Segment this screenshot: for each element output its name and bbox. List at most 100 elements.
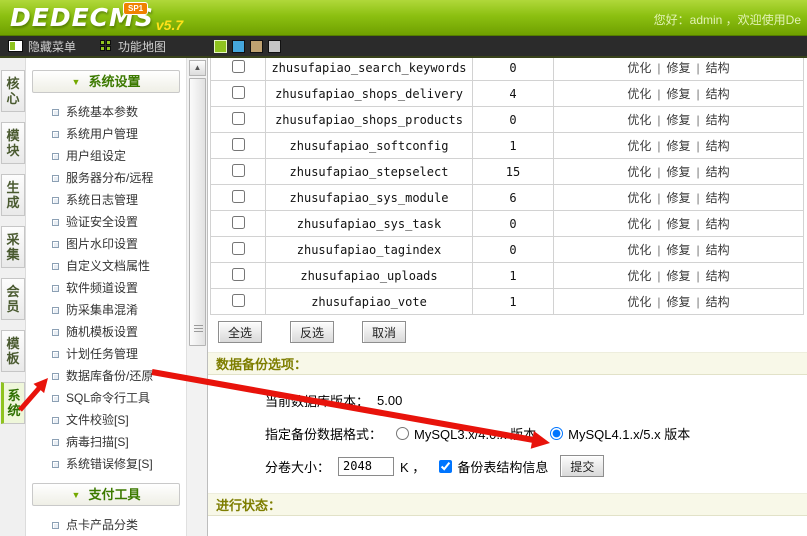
op-link-结构[interactable]: 结构 [706, 165, 730, 179]
menu-item-系统基本参数[interactable]: 系统基本参数 [26, 101, 186, 123]
row-checkbox-zhusufapiao_softconfig[interactable] [232, 138, 245, 151]
op-separator: | [657, 139, 660, 153]
op-link-结构[interactable]: 结构 [706, 139, 730, 153]
menu-item-系统用户管理[interactable]: 系统用户管理 [26, 123, 186, 145]
op-link-优化[interactable]: 优化 [627, 165, 651, 179]
op-link-结构[interactable]: 结构 [706, 61, 730, 75]
row-checkbox-zhusufapiao_sys_task[interactable] [232, 216, 245, 229]
menu-item-label: 图片水印设置 [66, 237, 138, 251]
op-link-修复[interactable]: 修复 [666, 165, 690, 179]
row-checkbox-zhusufapiao_stepselect[interactable] [232, 164, 245, 177]
menu-item-SQL命令行工具[interactable]: SQL命令行工具 [26, 387, 186, 409]
table-name-cell: zhusufapiao_shops_delivery [266, 81, 473, 107]
side-tab-采集[interactable]: 采集 [1, 226, 25, 268]
menu-item-系统日志管理[interactable]: 系统日志管理 [26, 189, 186, 211]
op-link-修复[interactable]: 修复 [666, 139, 690, 153]
op-link-修复[interactable]: 修复 [666, 61, 690, 75]
backup-format-label: 指定备份数据格式： [265, 424, 382, 443]
scrollbar-thumb[interactable] [189, 78, 206, 346]
row-checkbox-zhusufapiao_shops_products[interactable] [232, 112, 245, 125]
menu-item-验证安全设置[interactable]: 验证安全设置 [26, 211, 186, 233]
op-link-修复[interactable]: 修复 [666, 243, 690, 257]
theme-color-square-0[interactable] [214, 40, 227, 53]
operations-cell: 优化|修复|结构 [554, 237, 804, 263]
table-name-cell: zhusufapiao_shops_products [266, 107, 473, 133]
invert-selection-button[interactable]: 反选 [290, 321, 334, 343]
op-link-修复[interactable]: 修复 [666, 191, 690, 205]
mysql4-radio[interactable] [550, 427, 563, 440]
menu-section-header-系统设置[interactable]: ▼系统设置 [32, 70, 180, 93]
row-checkbox-zhusufapiao_shops_delivery[interactable] [232, 86, 245, 99]
theme-color-square-2[interactable] [250, 40, 263, 53]
menu-item-文件校验[S][interactable]: 文件校验[S] [26, 409, 186, 431]
op-link-优化[interactable]: 优化 [627, 113, 651, 127]
function-map-button[interactable]: 功能地图 [100, 38, 166, 55]
op-link-优化[interactable]: 优化 [627, 217, 651, 231]
menu-item-图片水印设置[interactable]: 图片水印设置 [26, 233, 186, 255]
submit-button[interactable]: 提交 [560, 455, 604, 477]
volume-size-input[interactable] [338, 457, 394, 476]
menu-item-计划任务管理[interactable]: 计划任务管理 [26, 343, 186, 365]
mysql3-radio[interactable] [396, 427, 409, 440]
op-link-结构[interactable]: 结构 [706, 295, 730, 309]
side-tab-模块[interactable]: 模块 [1, 122, 25, 164]
menu-item-点卡产品分类[interactable]: 点卡产品分类 [26, 514, 186, 536]
op-link-结构[interactable]: 结构 [706, 113, 730, 127]
side-tab-会员[interactable]: 会员 [1, 278, 25, 320]
op-link-优化[interactable]: 优化 [627, 269, 651, 283]
side-tab-核心[interactable]: 核心 [1, 70, 25, 112]
theme-color-square-1[interactable] [232, 40, 245, 53]
row-checkbox-zhusufapiao_search_keywords[interactable] [232, 60, 245, 73]
op-link-修复[interactable]: 修复 [666, 269, 690, 283]
table-structure-checkbox[interactable] [439, 460, 452, 473]
op-link-优化[interactable]: 优化 [627, 243, 651, 257]
operations-cell: 优化|修复|结构 [554, 81, 804, 107]
side-tab-生成[interactable]: 生成 [1, 174, 25, 216]
theme-color-square-3[interactable] [268, 40, 281, 53]
menu-item-随机模板设置[interactable]: 随机模板设置 [26, 321, 186, 343]
row-checkbox-zhusufapiao_sys_module[interactable] [232, 190, 245, 203]
menu-item-自定义文档属性[interactable]: 自定义文档属性 [26, 255, 186, 277]
menu-item-服务器分布/远程[interactable]: 服务器分布/远程 [26, 167, 186, 189]
op-link-优化[interactable]: 优化 [627, 191, 651, 205]
op-link-修复[interactable]: 修复 [666, 217, 690, 231]
op-link-结构[interactable]: 结构 [706, 87, 730, 101]
op-link-优化[interactable]: 优化 [627, 295, 651, 309]
menu-section-header-支付工具[interactable]: ▼支付工具 [32, 483, 180, 506]
mysql4-radio-label[interactable]: MySQL4.1.x/5.x 版本 [568, 424, 690, 443]
table-row: zhusufapiao_tagindex0优化|修复|结构 [211, 237, 804, 263]
menu-item-用户组设定[interactable]: 用户组设定 [26, 145, 186, 167]
table-structure-label[interactable]: 备份表结构信息 [457, 457, 548, 476]
op-link-优化[interactable]: 优化 [627, 61, 651, 75]
menu-item-软件频道设置[interactable]: 软件频道设置 [26, 277, 186, 299]
cancel-selection-button[interactable]: 取消 [362, 321, 406, 343]
menu-item-数据库备份/还原[interactable]: 数据库备份/还原 [26, 365, 186, 387]
op-link-结构[interactable]: 结构 [706, 269, 730, 283]
op-link-优化[interactable]: 优化 [627, 139, 651, 153]
row-checkbox-zhusufapiao_uploads[interactable] [232, 268, 245, 281]
row-checkbox-zhusufapiao_vote[interactable] [232, 294, 245, 307]
side-tab-系统[interactable]: 系统 [1, 382, 25, 424]
op-link-修复[interactable]: 修复 [666, 113, 690, 127]
menu-item-病毒扫描[S][interactable]: 病毒扫描[S] [26, 431, 186, 453]
op-link-结构[interactable]: 结构 [706, 191, 730, 205]
chevron-down-icon: ▼ [72, 490, 81, 500]
sidebar-scrollbar[interactable]: ▲ [186, 58, 207, 536]
mysql3-radio-label[interactable]: MySQL3.x/4.0.x 版本 [414, 424, 536, 443]
select-all-button[interactable]: 全选 [218, 321, 262, 343]
op-link-结构[interactable]: 结构 [706, 243, 730, 257]
menu-item-防采集串混淆[interactable]: 防采集串混淆 [26, 299, 186, 321]
op-link-修复[interactable]: 修复 [666, 87, 690, 101]
op-separator: | [697, 243, 700, 257]
row-checkbox-zhusufapiao_tagindex[interactable] [232, 242, 245, 255]
record-count-cell: 1 [473, 263, 554, 289]
scrollbar-up-arrow[interactable]: ▲ [189, 60, 206, 76]
side-tab-模板[interactable]: 模板 [1, 330, 25, 372]
op-link-优化[interactable]: 优化 [627, 87, 651, 101]
record-count-cell: 4 [473, 81, 554, 107]
menu-item-系统错误修复[S][interactable]: 系统错误修复[S] [26, 453, 186, 475]
op-link-修复[interactable]: 修复 [666, 295, 690, 309]
op-separator: | [697, 139, 700, 153]
op-link-结构[interactable]: 结构 [706, 217, 730, 231]
hide-menu-button[interactable]: 隐藏菜单 [8, 38, 76, 55]
